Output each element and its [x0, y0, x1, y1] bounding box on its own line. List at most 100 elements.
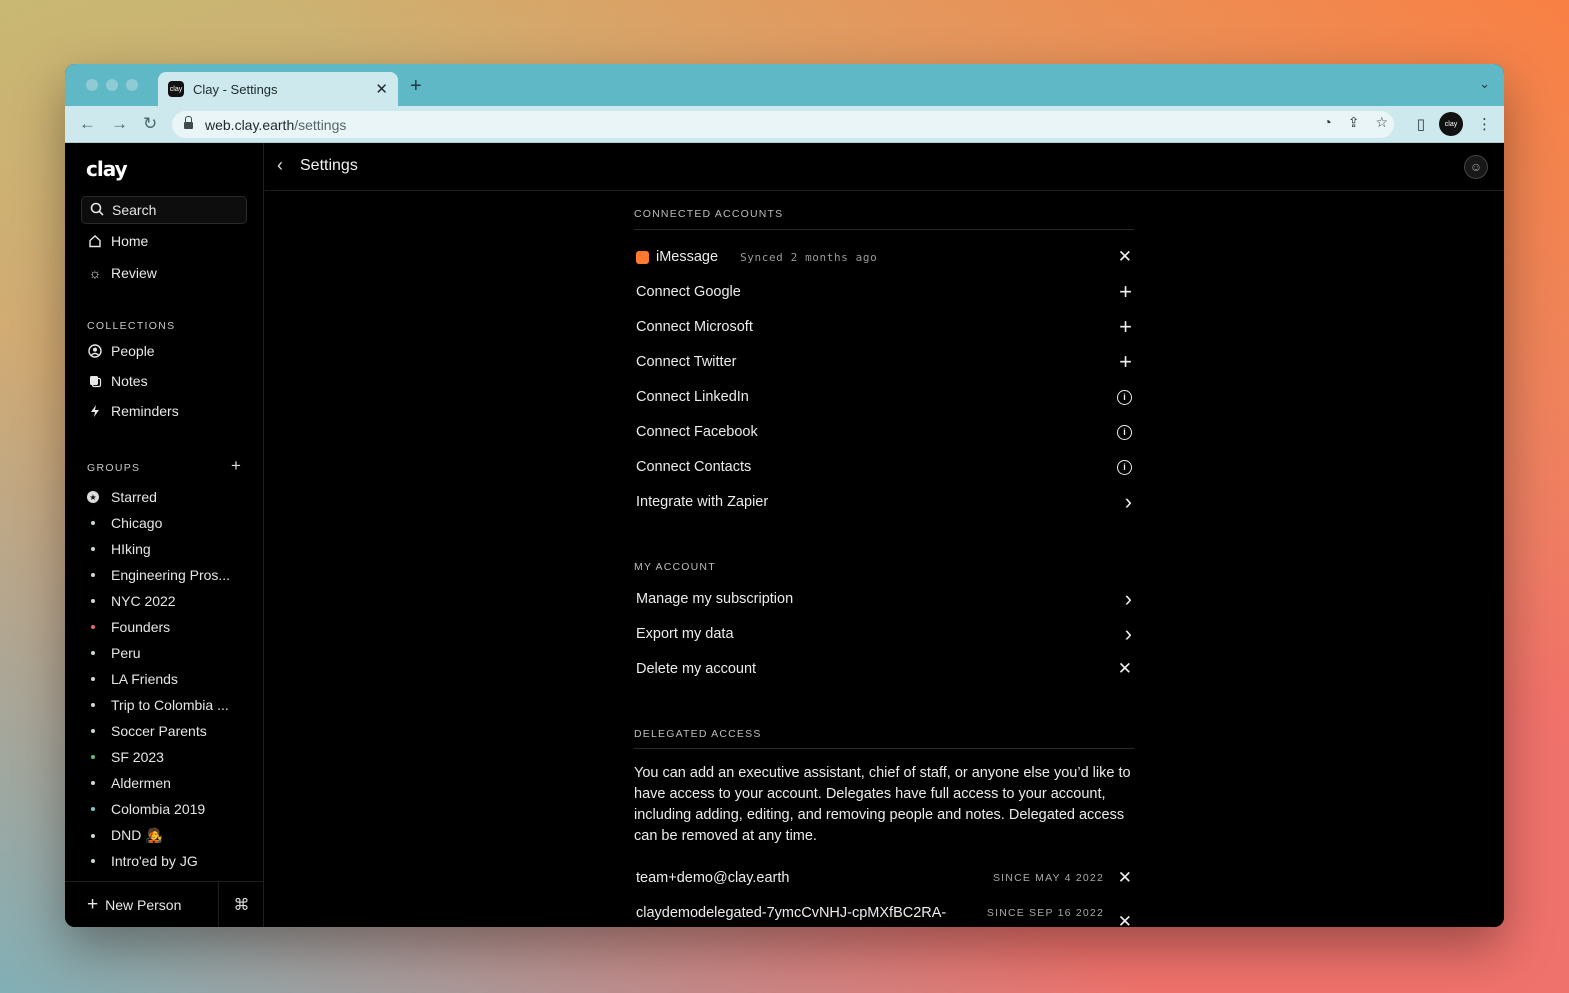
tab-search-chevron-icon[interactable]: ⌄ — [1479, 76, 1490, 92]
connected-account-row[interactable]: Integrate with Zapier › — [636, 489, 1132, 515]
group-dot-icon — [91, 547, 95, 551]
group-dot-icon — [91, 755, 95, 759]
lock-icon[interactable] — [184, 115, 193, 130]
group-label: Engineering Pros... — [111, 567, 231, 583]
chevron-right-icon[interactable]: › — [1108, 489, 1132, 515]
delegated-access-heading: DELEGATED ACCESS — [634, 728, 762, 740]
connected-account-row[interactable]: Connect Google + — [636, 279, 1132, 305]
info-button[interactable]: i — [1108, 459, 1132, 475]
connected-account-label: Integrate with Zapier — [636, 494, 769, 510]
collections-heading: COLLECTIONS — [87, 320, 176, 332]
group-dot-icon — [91, 807, 95, 811]
minimize-window-button[interactable] — [106, 79, 118, 91]
group-item[interactable]: Founders — [91, 619, 170, 635]
group-dot-icon — [91, 781, 95, 785]
my-account-row[interactable]: Export my data › — [636, 621, 1132, 647]
my-account-row[interactable]: Delete my account ✕ — [636, 657, 1132, 681]
divider — [634, 748, 1134, 749]
group-label: HIking — [111, 541, 151, 557]
connected-account-label: Connect LinkedIn — [636, 389, 749, 405]
chevron-right-icon[interactable]: › — [1108, 586, 1132, 612]
group-item[interactable]: HIking — [91, 541, 151, 557]
page-header: ‹ Settings ☺ — [265, 143, 1504, 191]
imessage-row[interactable]: iMessage Synced 2 months ago ✕ — [636, 245, 1132, 269]
group-label: LA Friends — [111, 671, 178, 687]
group-item[interactable]: DND 🧑‍🎤 — [91, 827, 163, 844]
plus-icon[interactable]: + — [1108, 279, 1132, 305]
close-window-button[interactable] — [86, 79, 98, 91]
tab-title: Clay - Settings — [193, 81, 278, 97]
group-item[interactable]: Soccer Parents — [91, 723, 207, 739]
person-circle-icon — [87, 344, 103, 358]
group-label: Starred — [111, 489, 157, 505]
collection-people[interactable]: People — [87, 343, 155, 359]
clay-favicon-icon: clay — [168, 81, 184, 97]
info-icon: i — [1117, 459, 1132, 475]
add-group-icon[interactable]: + — [231, 456, 241, 476]
group-label: Soccer Parents — [111, 723, 207, 739]
nav-home[interactable]: Home — [87, 233, 148, 249]
group-item[interactable]: NYC 2022 — [91, 593, 176, 609]
home-icon — [87, 234, 103, 248]
connected-account-row[interactable]: Connect Contacts i — [636, 455, 1132, 479]
side-panel-icon[interactable]: ▯ — [1417, 115, 1425, 133]
remove-delegate-icon[interactable]: ✕ — [1114, 894, 1132, 927]
group-item[interactable]: ★ Starred — [87, 489, 157, 505]
my-account-row[interactable]: Manage my subscription › — [636, 586, 1132, 612]
group-dot-icon — [91, 833, 95, 838]
bookmark-star-icon[interactable]: ☆ — [1375, 114, 1388, 131]
group-item[interactable]: Trip to Colombia ... — [91, 697, 229, 713]
browser-menu-icon[interactable]: ⋮ — [1477, 115, 1492, 133]
disconnect-imessage-icon[interactable]: ✕ — [1108, 247, 1132, 267]
group-item[interactable]: Colombia 2019 — [91, 801, 205, 817]
connected-account-row[interactable]: Connect Twitter + — [636, 349, 1132, 375]
group-dot-icon — [91, 521, 95, 525]
group-item[interactable]: Peru — [91, 645, 141, 661]
back-arrow-icon[interactable]: ← — [79, 114, 96, 134]
chevron-right-icon[interactable]: › — [1108, 621, 1132, 647]
group-item[interactable]: Intro'ed by JG — [91, 853, 198, 869]
share-icon[interactable]: ⇪ — [1348, 114, 1360, 131]
new-person-button[interactable]: + New Person — [65, 882, 219, 927]
star-icon: ★ — [87, 491, 99, 503]
plus-icon[interactable]: + — [1108, 349, 1132, 375]
reload-icon[interactable]: ↻ — [143, 114, 157, 134]
close-tab-icon[interactable]: ✕ — [375, 80, 388, 98]
group-item[interactable]: Engineering Pros... — [91, 567, 230, 583]
collection-people-label: People — [111, 343, 155, 359]
new-tab-icon[interactable]: + — [410, 75, 422, 98]
connected-account-row[interactable]: Connect LinkedIn i — [636, 385, 1132, 409]
connected-account-label: Connect Microsoft — [636, 319, 753, 335]
search-input[interactable]: Search — [81, 196, 247, 224]
group-item[interactable]: LA Friends — [91, 671, 178, 687]
connected-account-row[interactable]: Connect Facebook i — [636, 420, 1132, 444]
collection-notes[interactable]: Notes — [87, 373, 148, 389]
group-label: Founders — [111, 619, 171, 635]
collection-reminders[interactable]: Reminders — [87, 403, 179, 419]
new-person-label: New Person — [105, 896, 182, 913]
tab-clay-settings[interactable]: clay Clay - Settings ✕ — [158, 72, 398, 106]
smiley-icon[interactable]: ☺ — [1464, 155, 1488, 179]
url-input[interactable]: web.clay.earth/settings — [172, 111, 1394, 138]
group-item[interactable]: SF 2023 — [91, 749, 164, 765]
delegate-since: SINCE MAY 4 2022 — [992, 872, 1104, 884]
group-item[interactable]: Chicago — [91, 515, 162, 531]
performance-icon[interactable]: ◔ — [1323, 114, 1331, 131]
group-item[interactable]: Aldermen — [91, 775, 171, 791]
close-icon[interactable]: ✕ — [1108, 659, 1132, 679]
my-account-label: Manage my subscription — [636, 591, 794, 607]
remove-delegate-icon[interactable]: ✕ — [1114, 868, 1132, 888]
info-button[interactable]: i — [1108, 424, 1132, 440]
zoom-window-button[interactable] — [126, 79, 138, 91]
info-button[interactable]: i — [1108, 389, 1132, 405]
profile-avatar[interactable]: clay — [1439, 112, 1463, 136]
command-menu-button[interactable]: ⌘ — [219, 882, 264, 927]
nav-review[interactable]: ☼ Review — [87, 265, 157, 281]
forward-arrow-icon[interactable]: → — [111, 114, 128, 134]
collection-notes-label: Notes — [111, 373, 148, 389]
plus-icon[interactable]: + — [1108, 314, 1132, 340]
connected-account-row[interactable]: Connect Microsoft + — [636, 314, 1132, 340]
group-label: SF 2023 — [111, 749, 164, 765]
back-chevron-icon[interactable]: ‹ — [277, 155, 283, 176]
clay-logo[interactable]: clay — [86, 157, 128, 181]
